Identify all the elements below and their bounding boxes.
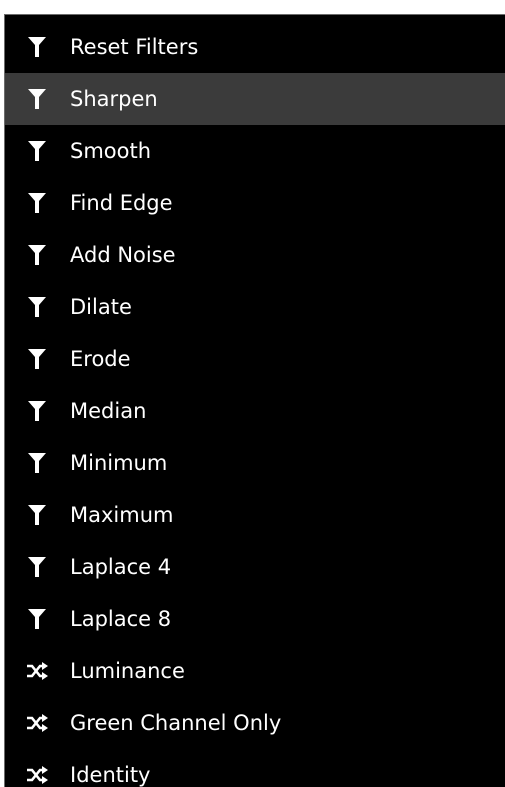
menu-item-label: Identity bbox=[70, 763, 151, 787]
shuffle-icon bbox=[26, 660, 48, 682]
menu-item-label: Find Edge bbox=[70, 191, 173, 215]
filter-icon bbox=[26, 36, 48, 58]
filter-icon bbox=[26, 452, 48, 474]
filter-icon bbox=[26, 296, 48, 318]
menu-item-smooth[interactable]: Smooth bbox=[5, 125, 505, 177]
menu-item-label: Sharpen bbox=[70, 87, 158, 111]
shuffle-icon bbox=[26, 712, 48, 734]
filter-icon bbox=[26, 192, 48, 214]
menu-item-dilate[interactable]: Dilate bbox=[5, 281, 505, 333]
menu-item-label: Luminance bbox=[70, 659, 185, 683]
menu-item-luminance[interactable]: Luminance bbox=[5, 645, 505, 697]
menu-item-label: Dilate bbox=[70, 295, 132, 319]
filter-context-menu: Reset Filters Sharpen Smooth Find Edge A… bbox=[4, 14, 505, 787]
filter-icon bbox=[26, 400, 48, 422]
filter-icon bbox=[26, 88, 48, 110]
shuffle-icon bbox=[26, 764, 48, 786]
menu-item-label: Laplace 8 bbox=[70, 607, 172, 631]
menu-item-median[interactable]: Median bbox=[5, 385, 505, 437]
menu-item-erode[interactable]: Erode bbox=[5, 333, 505, 385]
menu-item-label: Reset Filters bbox=[70, 35, 199, 59]
menu-item-label: Median bbox=[70, 399, 147, 423]
menu-item-sharpen[interactable]: Sharpen bbox=[5, 73, 505, 125]
menu-item-find-edge[interactable]: Find Edge bbox=[5, 177, 505, 229]
filter-icon bbox=[26, 556, 48, 578]
menu-item-label: Green Channel Only bbox=[70, 711, 282, 735]
menu-item-label: Laplace 4 bbox=[70, 555, 172, 579]
menu-item-label: Maximum bbox=[70, 503, 174, 527]
menu-item-minimum[interactable]: Minimum bbox=[5, 437, 505, 489]
filter-icon bbox=[26, 608, 48, 630]
filter-icon bbox=[26, 504, 48, 526]
filter-icon bbox=[26, 244, 48, 266]
menu-item-green-channel-only[interactable]: Green Channel Only bbox=[5, 697, 505, 749]
menu-item-label: Erode bbox=[70, 347, 131, 371]
menu-item-label: Smooth bbox=[70, 139, 152, 163]
menu-item-label: Minimum bbox=[70, 451, 168, 475]
filter-icon bbox=[26, 140, 48, 162]
menu-item-laplace-4[interactable]: Laplace 4 bbox=[5, 541, 505, 593]
menu-item-label: Add Noise bbox=[70, 243, 176, 267]
menu-item-laplace-8[interactable]: Laplace 8 bbox=[5, 593, 505, 645]
menu-item-reset-filters[interactable]: Reset Filters bbox=[5, 21, 505, 73]
menu-item-identity[interactable]: Identity bbox=[5, 749, 505, 787]
filter-icon bbox=[26, 348, 48, 370]
menu-item-maximum[interactable]: Maximum bbox=[5, 489, 505, 541]
menu-item-add-noise[interactable]: Add Noise bbox=[5, 229, 505, 281]
